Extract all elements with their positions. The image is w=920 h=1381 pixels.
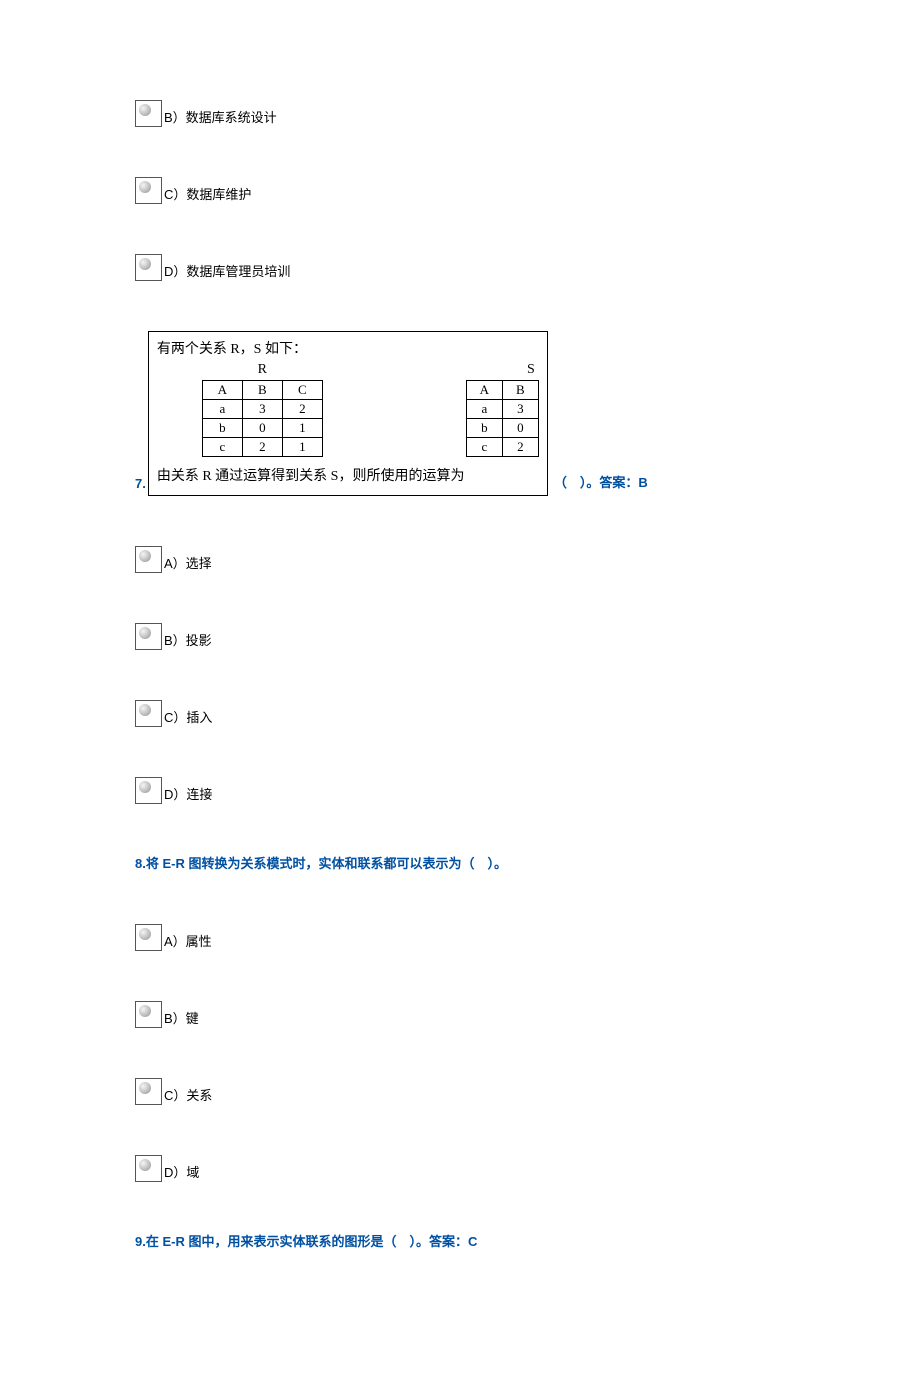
- radio-button[interactable]: [135, 177, 162, 204]
- option-label: C）插入: [164, 707, 212, 727]
- table-r: A B C a 3 2 b 0 1 c: [202, 380, 323, 457]
- table-cell: 0: [502, 419, 538, 438]
- table-cell: A: [466, 381, 502, 400]
- question-7-tail: （ ）。答案：B: [554, 472, 648, 496]
- table-s: A B a 3 b 0 c 2: [466, 380, 539, 457]
- question-8-text: 8.将 E-R 图转换为关系模式时，实体和联系都可以表示为（ ）。: [135, 854, 785, 874]
- radio-button[interactable]: [135, 100, 162, 127]
- table-cell: 1: [282, 419, 322, 438]
- radio-button[interactable]: [135, 700, 162, 727]
- question-7: 7. 有两个关系 R，S 如下： R A B C a 3 2: [135, 331, 785, 496]
- option-label: C）关系: [164, 1085, 212, 1105]
- option-label: B）投影: [164, 630, 212, 650]
- radio-button[interactable]: [135, 623, 162, 650]
- q8-option-a: A）属性: [135, 924, 785, 951]
- table-cell: 3: [242, 400, 282, 419]
- q8-option-d: D）域: [135, 1155, 785, 1182]
- q8-option-c: C）关系: [135, 1078, 785, 1105]
- question-number: 7.: [135, 476, 146, 496]
- table-cell: b: [202, 419, 242, 438]
- table-r-label: R: [202, 362, 323, 378]
- radio-button[interactable]: [135, 254, 162, 281]
- table-cell: 0: [242, 419, 282, 438]
- table-cell: c: [202, 438, 242, 457]
- table-cell: a: [202, 400, 242, 419]
- table-cell: a: [466, 400, 502, 419]
- q7-option-d: D）连接: [135, 777, 785, 804]
- q7-option-c: C）插入: [135, 700, 785, 727]
- radio-button[interactable]: [135, 546, 162, 573]
- option-label: B）键: [164, 1008, 199, 1028]
- table-cell: 2: [242, 438, 282, 457]
- radio-button[interactable]: [135, 777, 162, 804]
- option-label: D）域: [164, 1162, 199, 1182]
- table-cell: A: [202, 381, 242, 400]
- table-s-label: S: [466, 362, 539, 378]
- q7-option-a: A）选择: [135, 546, 785, 573]
- table-cell: c: [466, 438, 502, 457]
- figure-prompt-top: 有两个关系 R，S 如下：: [157, 338, 539, 358]
- table-cell: 2: [502, 438, 538, 457]
- table-cell: b: [466, 419, 502, 438]
- table-cell: B: [242, 381, 282, 400]
- figure-prompt-bottom: 由关系 R 通过运算得到关系 S，则所使用的运算为: [157, 465, 539, 485]
- q6-option-d: D）数据库管理员培训: [135, 254, 785, 281]
- table-cell: 1: [282, 438, 322, 457]
- table-s-block: S A B a 3 b 0 c 2: [466, 362, 539, 457]
- table-cell: 2: [282, 400, 322, 419]
- question-9-text: 9.在 E-R 图中，用来表示实体联系的图形是（ ）。答案：C: [135, 1232, 785, 1252]
- radio-button[interactable]: [135, 1001, 162, 1028]
- q6-option-b: B）数据库系统设计: [135, 100, 785, 127]
- q8-option-b: B）键: [135, 1001, 785, 1028]
- table-cell: 3: [502, 400, 538, 419]
- option-label: D）数据库管理员培训: [164, 261, 290, 281]
- table-cell: C: [282, 381, 322, 400]
- q6-option-c: C）数据库维护: [135, 177, 785, 204]
- option-label: B）数据库系统设计: [164, 107, 277, 127]
- figure-box: 有两个关系 R，S 如下： R A B C a 3 2 b: [148, 331, 548, 496]
- option-label: D）连接: [164, 784, 212, 804]
- table-cell: B: [502, 381, 538, 400]
- radio-button[interactable]: [135, 1078, 162, 1105]
- option-label: A）属性: [164, 931, 212, 951]
- radio-button[interactable]: [135, 924, 162, 951]
- option-label: C）数据库维护: [164, 184, 251, 204]
- radio-button[interactable]: [135, 1155, 162, 1182]
- option-label: A）选择: [164, 553, 212, 573]
- table-r-block: R A B C a 3 2 b 0 1: [202, 362, 323, 457]
- q7-option-b: B）投影: [135, 623, 785, 650]
